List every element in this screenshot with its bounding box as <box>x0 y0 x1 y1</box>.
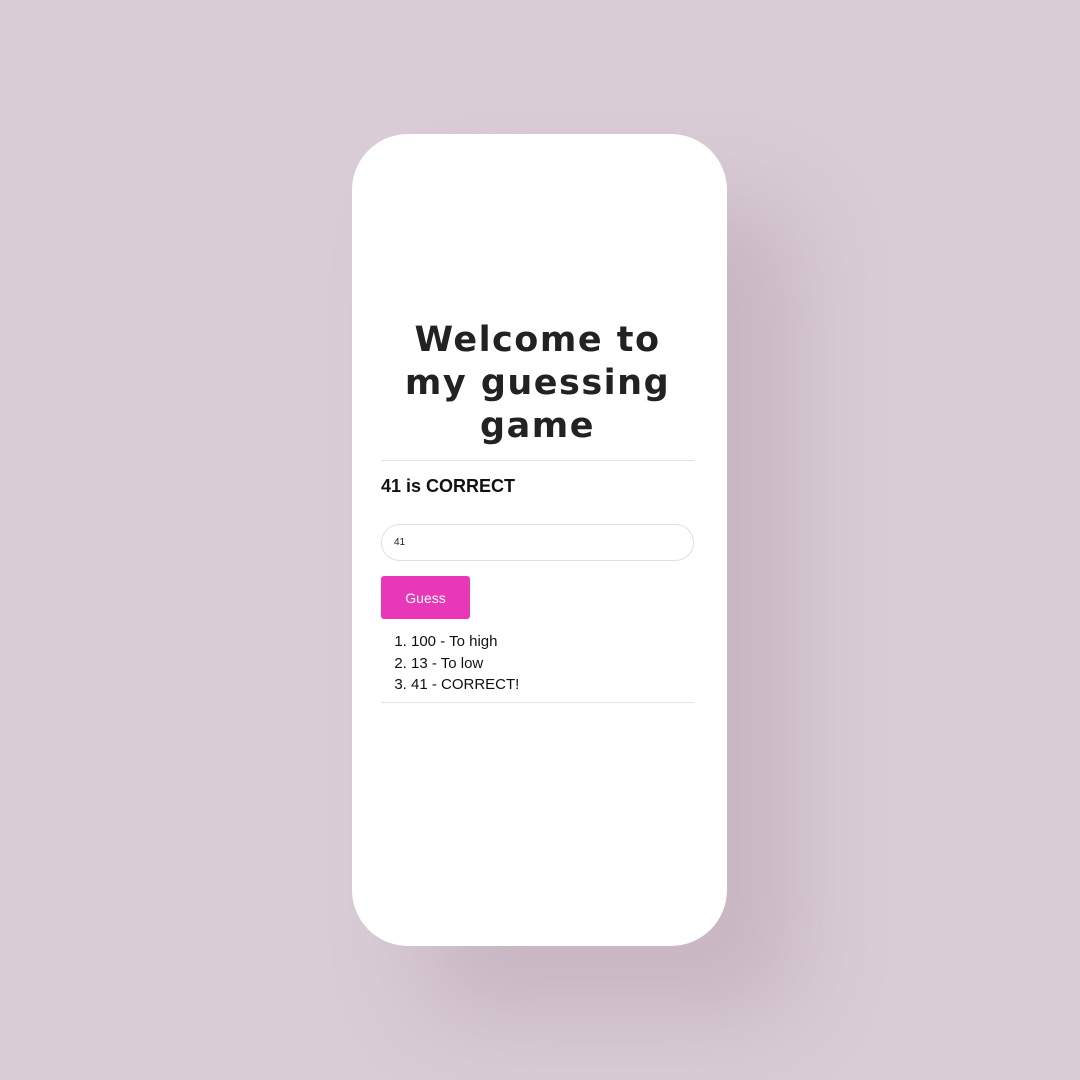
page-title: Welcome to my guessing game <box>404 320 671 446</box>
guess-button[interactable]: Guess <box>381 576 470 619</box>
divider-bottom <box>381 701 694 703</box>
list-item: 13 - To low <box>411 653 694 675</box>
result-status: 41 is CORRECT <box>381 476 516 496</box>
game-container: Welcome to my guessing game 41 is CORREC… <box>381 319 694 703</box>
guess-input[interactable] <box>381 524 694 561</box>
guess-history-list: 100 - To high 13 - To low 41 - CORRECT! <box>381 631 694 696</box>
phone-frame: Welcome to my guessing game 41 is CORREC… <box>352 134 727 946</box>
divider-top <box>381 460 694 461</box>
list-item: 100 - To high <box>411 631 694 653</box>
list-item: 41 - CORRECT! <box>411 674 694 696</box>
